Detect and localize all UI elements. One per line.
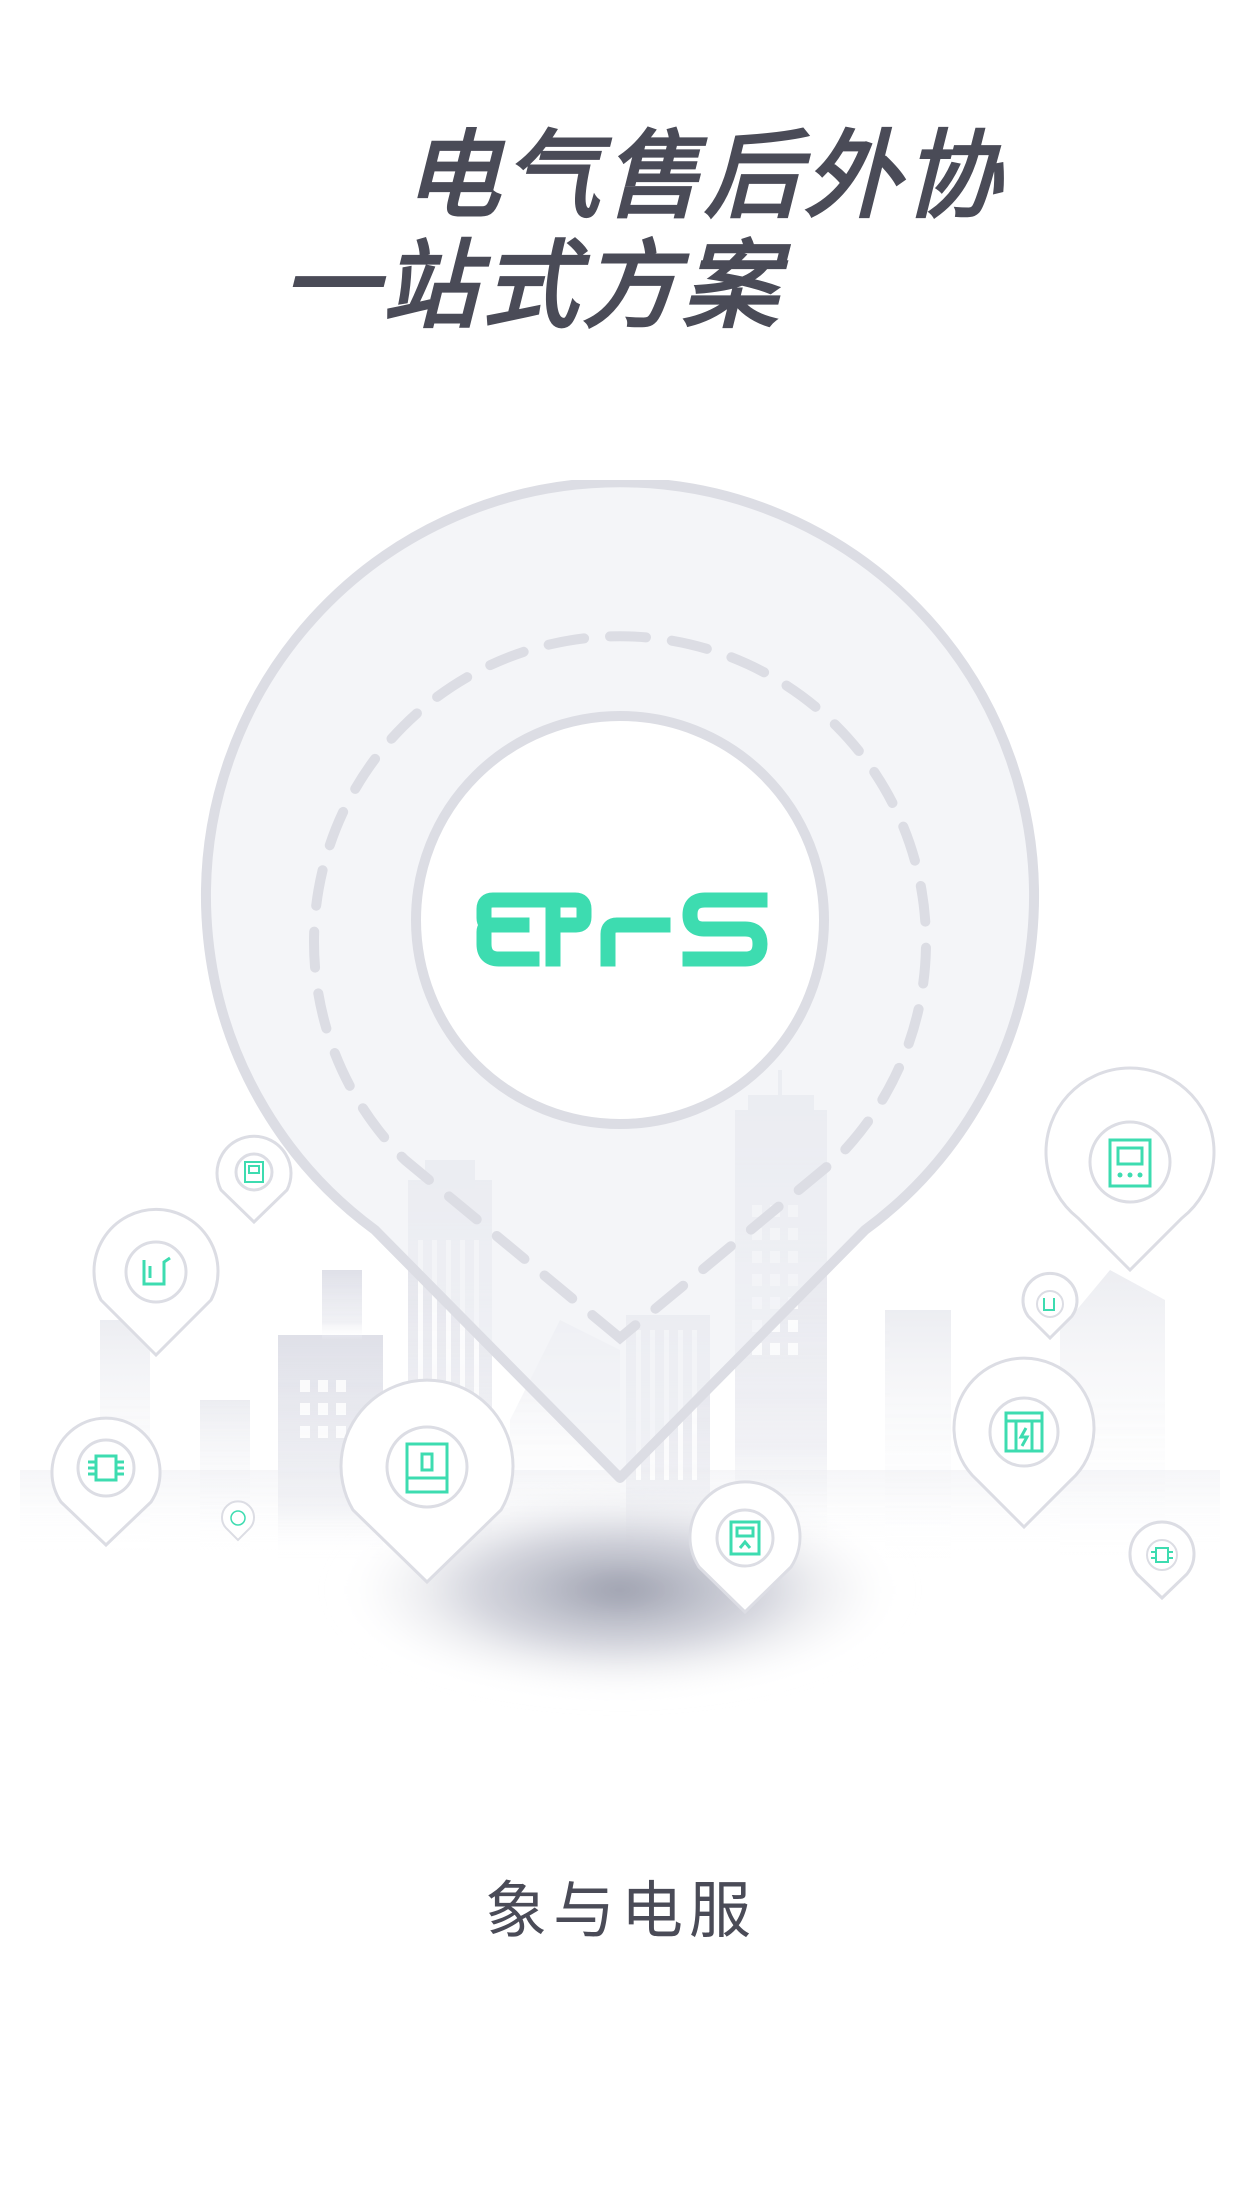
app-name: 象与电服	[484, 1874, 757, 1947]
small-meter-icon	[215, 1134, 293, 1225]
control-panel-icon	[1044, 1066, 1216, 1273]
headline-line-2: 一站式方案	[282, 230, 782, 342]
small-chip-icon	[1128, 1520, 1196, 1601]
location-pin-illustration	[20, 480, 1220, 1700]
headline-line-1: 电气售后外协	[404, 120, 1004, 232]
